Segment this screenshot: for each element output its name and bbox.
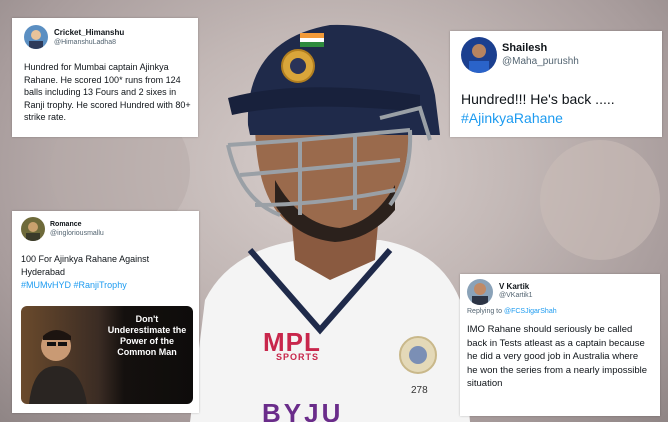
reply-handle-link[interactable]: @FCSJigarShah bbox=[504, 308, 557, 315]
user-avatar-icon bbox=[472, 283, 488, 305]
helmet bbox=[247, 24, 440, 136]
user-avatar-icon bbox=[26, 222, 40, 241]
tweet-text: Hundred!!! He's back ..... bbox=[461, 91, 615, 107]
author-handle[interactable]: @ingloriousmallu bbox=[50, 230, 104, 237]
jersey-sponsor: BYJU bbox=[262, 398, 344, 422]
author-name[interactable]: V Kartik bbox=[499, 282, 529, 291]
author-handle[interactable]: @HimanshuLadha8 bbox=[54, 39, 116, 46]
tweet-card-4[interactable]: V Kartik @VKartik1 Replying to @FCSJigar… bbox=[460, 274, 660, 416]
tweet-card-2[interactable]: Shailesh @Maha_purushh Hundred!!! He's b… bbox=[450, 31, 662, 137]
user-avatar-icon bbox=[29, 30, 43, 49]
author-name[interactable]: Shailesh bbox=[502, 42, 547, 54]
meme-image[interactable]: Don't Underestimate the Power of the Com… bbox=[21, 306, 193, 404]
jersey-brand-sub: SPORTS bbox=[276, 352, 320, 362]
avatar[interactable] bbox=[24, 25, 48, 49]
tweet-text: 100 For Ajinkya Rahane Against Hyderabad bbox=[21, 254, 150, 277]
avatar[interactable] bbox=[467, 279, 493, 305]
tweet-text: Hundred for Mumbai captain Ajinkya Rahan… bbox=[24, 62, 191, 122]
avatar[interactable] bbox=[461, 37, 497, 73]
user-avatar-icon bbox=[469, 44, 489, 73]
meme-caption: Don't Underestimate the Power of the Com… bbox=[107, 314, 187, 357]
tweet-card-3[interactable]: Romance @ingloriousmallu 100 For Ajinkya… bbox=[12, 211, 199, 413]
hashtag-link[interactable]: #AjinkyaRahane bbox=[461, 110, 563, 126]
author-name[interactable]: Romance bbox=[50, 221, 82, 228]
author-handle[interactable]: @Maha_purushh bbox=[502, 56, 579, 67]
reply-context: Replying to @FCSJigarShah bbox=[467, 308, 557, 315]
tweet-text: IMO Rahane should seriously be called ba… bbox=[467, 324, 648, 389]
avatar[interactable] bbox=[21, 217, 45, 241]
reply-label: Replying to bbox=[467, 308, 503, 315]
hashtag-links[interactable]: #MUMvHYD #RanjiTrophy bbox=[21, 280, 127, 290]
author-handle[interactable]: @VKartik1 bbox=[499, 292, 533, 299]
author-name[interactable]: Cricket_Himanshu bbox=[54, 28, 124, 37]
tweet-card-1[interactable]: Cricket_Himanshu @HimanshuLadha8 Hundred… bbox=[12, 18, 198, 137]
jersey-number: 278 bbox=[411, 385, 428, 396]
